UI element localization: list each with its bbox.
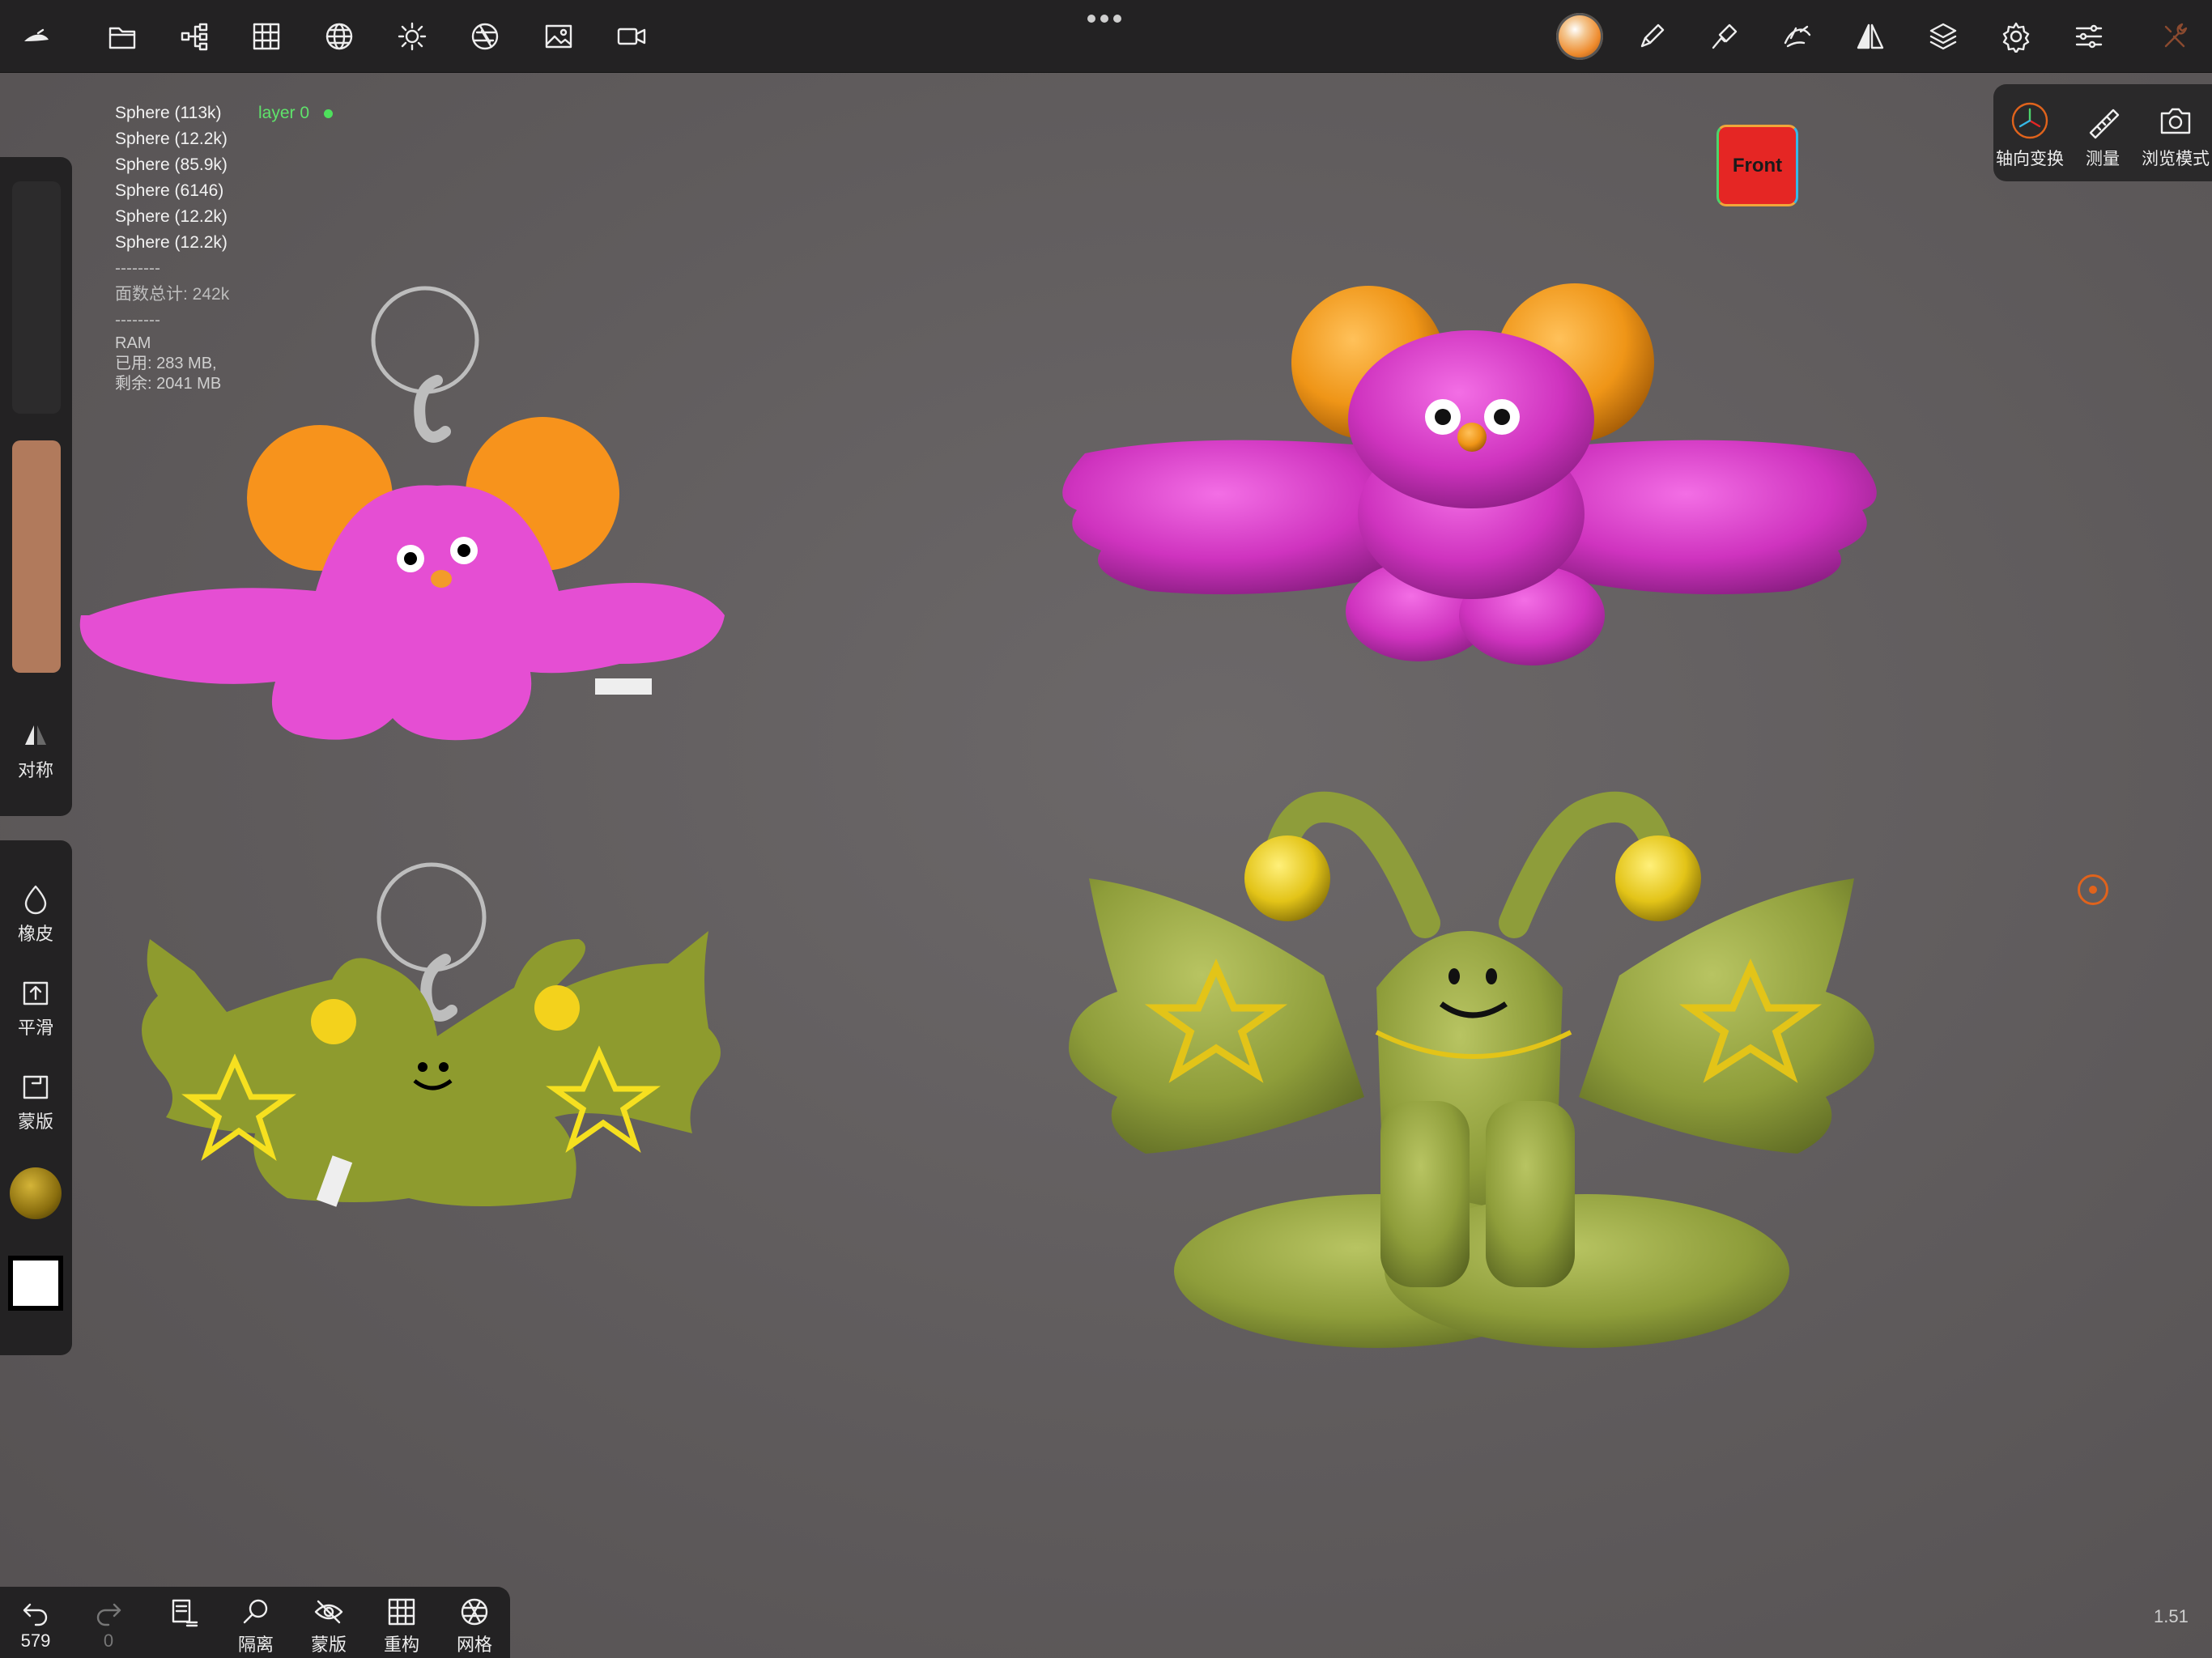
undo-count: 579: [20, 1630, 51, 1651]
left-tool-panel-bottom: 橡皮 平滑 蒙版: [0, 840, 72, 1355]
eye-off-icon: [314, 1600, 343, 1624]
pose-icon[interactable]: [1776, 15, 1819, 58]
wireframe-sphere-icon: [461, 1598, 488, 1626]
mesh-list-button[interactable]: [151, 1592, 215, 1630]
folder-icon[interactable]: [100, 15, 144, 58]
search-icon: [243, 1599, 268, 1624]
sliders-icon[interactable]: [2067, 15, 2111, 58]
symmetry-icon[interactable]: [1848, 15, 1892, 58]
mesh-row[interactable]: Sphere (85.9k): [115, 152, 229, 178]
image-icon[interactable]: [537, 15, 581, 58]
mesh-row[interactable]: Sphere (113k): [115, 100, 229, 126]
layer-label[interactable]: layer 0: [258, 100, 309, 126]
redo-count: 0: [103, 1630, 114, 1651]
symmetry-icon: [25, 725, 46, 745]
remesh-button[interactable]: 重构: [369, 1592, 434, 1656]
mesh-row[interactable]: Sphere (12.2k): [115, 126, 229, 152]
more-menu-icon[interactable]: [1087, 15, 1125, 26]
ram-label: RAM: [115, 334, 151, 352]
symmetry-button[interactable]: 对称: [0, 719, 71, 782]
measure-label: 测量: [2086, 150, 2120, 168]
ram-used: 已用: 283 MB,: [115, 355, 217, 372]
gizmo-button[interactable]: 轴向变换: [1993, 84, 2066, 181]
bottom-toolbar: 579 0 隔离 蒙版 重构 网格: [0, 1587, 510, 1658]
symmetry-label: 对称: [17, 760, 53, 780]
mask-label: 蒙版: [17, 1112, 53, 1132]
scene-stats: Sphere (113k) Sphere (12.2k) Sphere (85.…: [115, 100, 229, 394]
scene-tree-icon[interactable]: [173, 15, 217, 58]
separator: --------: [115, 259, 160, 278]
aperture-icon[interactable]: [463, 15, 507, 58]
measure-button[interactable]: 测量: [2066, 84, 2139, 181]
redo-button[interactable]: 0: [76, 1592, 141, 1652]
grid-icon[interactable]: [245, 15, 288, 58]
radius-slider[interactable]: [12, 181, 61, 414]
camera-mode-button[interactable]: 浏览模式: [2139, 84, 2212, 181]
eraser-label: 橡皮: [17, 924, 53, 944]
layer-active-dot: [324, 109, 333, 118]
undo-button[interactable]: 579: [3, 1592, 68, 1652]
gizmo-label: 轴向变换: [1996, 150, 2064, 168]
grid-icon: [388, 1598, 415, 1626]
gizmo-icon: [2011, 102, 2048, 139]
separator: --------: [115, 311, 160, 329]
brush-icon[interactable]: [1630, 15, 1674, 58]
mask-button[interactable]: 蒙版: [0, 1070, 71, 1133]
sun-icon[interactable]: [390, 15, 434, 58]
top-toolbar: [0, 0, 2212, 73]
wireframe-button[interactable]: 网格: [442, 1592, 507, 1656]
material-swatch[interactable]: [10, 1167, 62, 1219]
isolate-button[interactable]: 隔离: [223, 1592, 288, 1656]
video-icon[interactable]: [610, 15, 653, 58]
home-icon[interactable]: [15, 15, 58, 58]
view-cube-front[interactable]: Front: [1716, 125, 1798, 206]
redo-icon: [96, 1603, 121, 1626]
paint-icon[interactable]: [1703, 15, 1746, 58]
sphere-wire-icon[interactable]: [317, 15, 361, 58]
smooth-label: 平滑: [17, 1018, 53, 1038]
book-list-icon: [172, 1599, 198, 1627]
material-ball-icon[interactable]: [1556, 13, 1603, 60]
mesh-row[interactable]: Sphere (12.2k): [115, 230, 229, 256]
gear-icon[interactable]: [1994, 15, 2038, 58]
mesh-row[interactable]: Sphere (6146): [115, 178, 229, 204]
upload-box-icon: [23, 981, 49, 1005]
droplet-icon: [24, 885, 47, 915]
color-swatch[interactable]: [8, 1256, 63, 1311]
left-tool-panel-top: 对称: [0, 157, 72, 816]
intensity-slider[interactable]: [12, 440, 61, 673]
camera-icon: [2160, 108, 2191, 134]
hide-label: 蒙版: [310, 1635, 347, 1655]
isolate-label: 隔离: [237, 1635, 274, 1655]
mask-box-icon: [23, 1075, 49, 1099]
smooth-button[interactable]: 平滑: [0, 976, 71, 1039]
layers-icon[interactable]: [1921, 15, 1965, 58]
zoom-level: 1.51: [2154, 1606, 2189, 1626]
model-olive-creature: [1069, 791, 1874, 1348]
camera-mode-label: 浏览模式: [2142, 150, 2210, 168]
hide-button[interactable]: 蒙版: [296, 1592, 361, 1656]
ram-free: 剩余: 2041 MB: [115, 375, 222, 393]
face-total: 面数总计: 242k: [115, 285, 230, 304]
model-pink-creature: [1062, 283, 1877, 665]
eraser-button[interactable]: 橡皮: [0, 882, 71, 946]
undo-icon: [23, 1603, 48, 1626]
ruler-icon: [2089, 108, 2120, 139]
reference-olive-keychain: [142, 862, 721, 1207]
pivot-target-icon[interactable]: [2078, 874, 2108, 905]
remesh-label: 重构: [383, 1635, 419, 1655]
right-quick-panel: 轴向变换 测量 浏览模式: [1993, 84, 2212, 181]
viewport-scene: [79, 283, 1877, 1348]
tools-icon[interactable]: [2154, 15, 2197, 58]
mesh-row[interactable]: Sphere (12.2k): [115, 204, 229, 230]
wireframe-label: 网格: [456, 1635, 492, 1655]
